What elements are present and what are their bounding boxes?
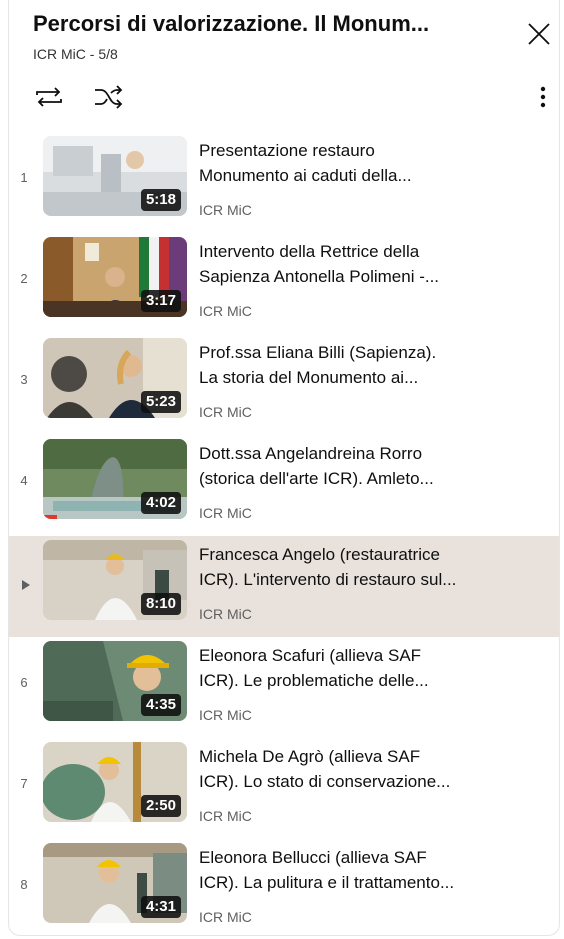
now-playing-indicator — [21, 578, 31, 590]
shuffle-button[interactable] — [91, 84, 127, 110]
close-icon — [528, 23, 550, 45]
video-title-line-1: Michela De Agrò (allieva SAF — [199, 747, 421, 766]
video-thumbnail[interactable]: 4:02 — [43, 439, 187, 519]
video-title-line-2: ICR). Lo stato di conservazione... — [199, 772, 451, 791]
playlist-item[interactable]: 3 5:23 Prof.ssa Eliana Billi (Sapienza).… — [9, 334, 559, 435]
video-title-line-2: ICR). La pulitura e il trattamento... — [199, 873, 455, 892]
video-duration: 4:02 — [140, 492, 181, 514]
video-title-line-1: Presentazione restauro — [199, 141, 375, 160]
channel-name[interactable]: ICR MiC — [199, 909, 252, 925]
channel-name[interactable]: ICR MiC — [199, 505, 252, 521]
video-title-line-1: Eleonora Bellucci (allieva SAF — [199, 848, 427, 867]
playlist-subtitle[interactable]: ICR MiC - 5/8 — [33, 46, 118, 62]
more-options-button[interactable] — [531, 84, 555, 110]
channel-name[interactable]: ICR MiC — [199, 202, 252, 218]
video-title[interactable]: Francesca Angelo (restauratrice ICR). L'… — [199, 542, 544, 592]
video-thumbnail[interactable]: 3:17 — [43, 237, 187, 317]
video-duration: 3:17 — [140, 290, 181, 312]
playlist-item[interactable]: 7 2:50 Michela De Agrò (allieva SAF ICR)… — [9, 738, 559, 839]
play-triangle-icon — [22, 580, 30, 590]
item-index: 2 — [20, 271, 28, 286]
video-title-line-2: Sapienza Antonella Polimeni -... — [199, 267, 440, 286]
video-title[interactable]: Presentazione restauro Monumento ai cadu… — [199, 138, 544, 188]
more-vert-icon — [540, 86, 546, 108]
channel-name[interactable]: ICR MiC — [199, 303, 252, 319]
video-thumbnail[interactable]: 8:10 — [43, 540, 187, 620]
video-thumbnail[interactable]: 5:18 — [43, 136, 187, 216]
item-index: 3 — [20, 372, 28, 387]
video-title[interactable]: Prof.ssa Eliana Billi (Sapienza). La sto… — [199, 340, 544, 390]
video-title-line-2: ICR). Le problematiche delle... — [199, 671, 429, 690]
playlist-title[interactable]: Percorsi di valorizzazione. Il Monum... — [33, 8, 503, 40]
item-index: 4 — [20, 473, 28, 488]
video-duration: 4:35 — [140, 694, 181, 716]
video-title-line-1: Dott.ssa Angelandreina Rorro — [199, 444, 423, 463]
video-title-line-2: ICR). L'intervento di restauro sul... — [199, 570, 457, 589]
playlist-item[interactable]: 8 4:31 Eleonora Bellucci (allieva SAF IC… — [9, 839, 559, 935]
video-title[interactable]: Dott.ssa Angelandreina Rorro (storica de… — [199, 441, 544, 491]
video-duration: 5:18 — [140, 189, 181, 211]
video-title-line-1: Eleonora Scafuri (allieva SAF — [199, 646, 422, 665]
video-thumbnail[interactable]: 4:35 — [43, 641, 187, 721]
loop-icon — [36, 87, 62, 107]
video-title-line-2: La storia del Monumento ai... — [199, 368, 419, 387]
item-index: 6 — [20, 675, 28, 690]
playlist-header: Percorsi di valorizzazione. Il Monum... … — [9, 0, 559, 130]
video-title[interactable]: Eleonora Scafuri (allieva SAF ICR). Le p… — [199, 643, 544, 693]
video-duration: 8:10 — [140, 593, 181, 615]
playlist-item[interactable]: 2 3:17 Intervento della Rettrice della S… — [9, 233, 559, 334]
close-button[interactable] — [523, 18, 555, 50]
item-index: 8 — [20, 877, 28, 892]
playlist-item[interactable]: 4 4:02 Dott.ssa Angelandreina Rorro (sto… — [9, 435, 559, 536]
item-index: 1 — [20, 170, 28, 185]
video-title-line-1: Intervento della Rettrice della — [199, 242, 420, 261]
video-title-line-2: (storica dell'arte ICR). Amleto... — [199, 469, 434, 488]
video-title[interactable]: Eleonora Bellucci (allieva SAF ICR). La … — [199, 845, 544, 895]
channel-name[interactable]: ICR MiC — [199, 707, 252, 723]
video-title[interactable]: Michela De Agrò (allieva SAF ICR). Lo st… — [199, 744, 544, 794]
video-thumbnail[interactable]: 4:31 — [43, 843, 187, 923]
video-title-line-2: Monumento ai caduti della... — [199, 166, 412, 185]
video-duration: 4:31 — [140, 896, 181, 918]
loop-button[interactable] — [31, 84, 67, 110]
video-title-line-1: Francesca Angelo (restauratrice — [199, 545, 440, 564]
video-title[interactable]: Intervento della Rettrice della Sapienza… — [199, 239, 544, 289]
channel-name[interactable]: ICR MiC — [199, 606, 252, 622]
playlist-panel: Percorsi di valorizzazione. Il Monum... … — [8, 0, 560, 936]
shuffle-icon — [95, 85, 123, 109]
video-title-line-1: Prof.ssa Eliana Billi (Sapienza). — [199, 343, 437, 362]
playlist-item[interactable]: 6 4:35 Eleonora Scafuri (allieva SAF ICR… — [9, 637, 559, 738]
playlist-item[interactable]: 1 5:18 Presentazione restauro Monumento … — [9, 132, 559, 233]
video-thumbnail[interactable]: 2:50 — [43, 742, 187, 822]
video-thumbnail[interactable]: 5:23 — [43, 338, 187, 418]
channel-name[interactable]: ICR MiC — [199, 808, 252, 824]
video-duration: 2:50 — [140, 795, 181, 817]
item-index: 7 — [20, 776, 28, 791]
video-duration: 5:23 — [140, 391, 181, 413]
playlist-items: 1 5:18 Presentazione restauro Monumento … — [9, 132, 559, 935]
channel-name[interactable]: ICR MiC — [199, 404, 252, 420]
playlist-item-now-playing[interactable]: 8:10 Francesca Angelo (restauratrice ICR… — [9, 536, 559, 637]
